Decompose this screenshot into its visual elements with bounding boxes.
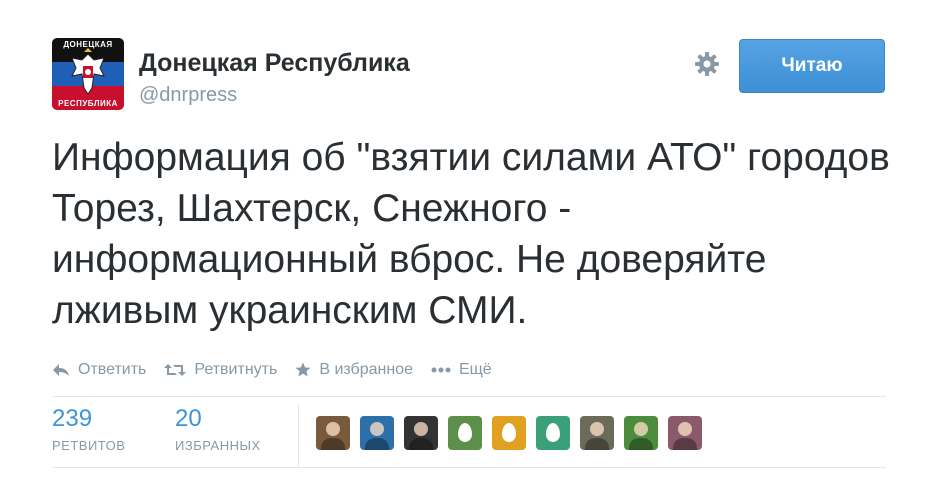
retweets-count: 239	[52, 405, 93, 432]
star-icon	[295, 362, 311, 377]
default-egg-avatar[interactable]	[492, 416, 526, 450]
reply-action[interactable]: Ответить	[52, 361, 146, 379]
favoriter-avatar[interactable]	[580, 416, 614, 450]
favorite-action[interactable]: В избранное	[295, 361, 413, 379]
favoriter-avatar[interactable]	[360, 416, 394, 450]
retweet-label: Ретвитнуть	[194, 361, 278, 378]
egg-icon	[546, 423, 560, 442]
divider-bottom	[52, 467, 886, 468]
favoriter-avatar[interactable]	[624, 416, 658, 450]
divider-top	[52, 396, 886, 397]
silhouette-icon	[590, 422, 604, 436]
favorites-count: 20	[175, 405, 202, 432]
reply-icon	[53, 364, 69, 376]
silhouette-body-icon	[629, 438, 653, 450]
profile-avatar[interactable]: ДОНЕЦКАЯ РЕСПУБЛИКА	[52, 38, 124, 110]
more-label: Ещё	[458, 361, 492, 378]
silhouette-body-icon	[585, 438, 609, 450]
tweet-actions: Ответить Ретвитнуть В избранное Ещё	[52, 359, 510, 381]
favorites-stat[interactable]: 20 ИЗБРАННЫХ	[175, 404, 261, 453]
favorite-label: В избранное	[319, 361, 413, 378]
silhouette-body-icon	[673, 438, 697, 450]
following-button[interactable]: Читаю	[739, 39, 885, 93]
retweets-label: РЕТВИТОВ	[52, 438, 126, 453]
favoriters-avatars	[316, 416, 712, 450]
silhouette-icon	[414, 422, 428, 436]
silhouette-body-icon	[365, 438, 389, 450]
silhouette-icon	[634, 422, 648, 436]
tweet-text: Информация об "взятии силами АТО" городо…	[52, 136, 890, 332]
favoriter-avatar[interactable]	[404, 416, 438, 450]
favorites-label: ИЗБРАННЫХ	[175, 438, 261, 453]
retweets-stat[interactable]: 239 РЕТВИТОВ	[52, 404, 125, 453]
silhouette-icon	[370, 422, 384, 436]
account-handle[interactable]: @dnrpress	[139, 84, 237, 107]
silhouette-icon	[326, 422, 340, 436]
account-name[interactable]: Донецкая Республика	[139, 49, 410, 78]
favoriter-avatar[interactable]	[668, 416, 702, 450]
more-icon	[431, 367, 451, 373]
silhouette-body-icon	[321, 438, 345, 450]
stats-separator	[298, 404, 299, 466]
retweet-icon	[164, 364, 187, 376]
reply-label: Ответить	[78, 361, 147, 378]
default-egg-avatar[interactable]	[536, 416, 570, 450]
favoriter-avatar[interactable]	[316, 416, 350, 450]
eagle-emblem-icon	[71, 48, 105, 95]
gear-icon[interactable]	[693, 50, 721, 78]
egg-icon	[502, 423, 516, 442]
silhouette-body-icon	[409, 438, 433, 450]
default-egg-avatar[interactable]	[448, 416, 482, 450]
retweet-action[interactable]: Ретвитнуть	[164, 361, 277, 379]
avatar-caption-bottom: РЕСПУБЛИКА	[58, 99, 118, 108]
more-action[interactable]: Ещё	[431, 361, 492, 379]
egg-icon	[458, 423, 472, 442]
silhouette-icon	[678, 422, 692, 436]
